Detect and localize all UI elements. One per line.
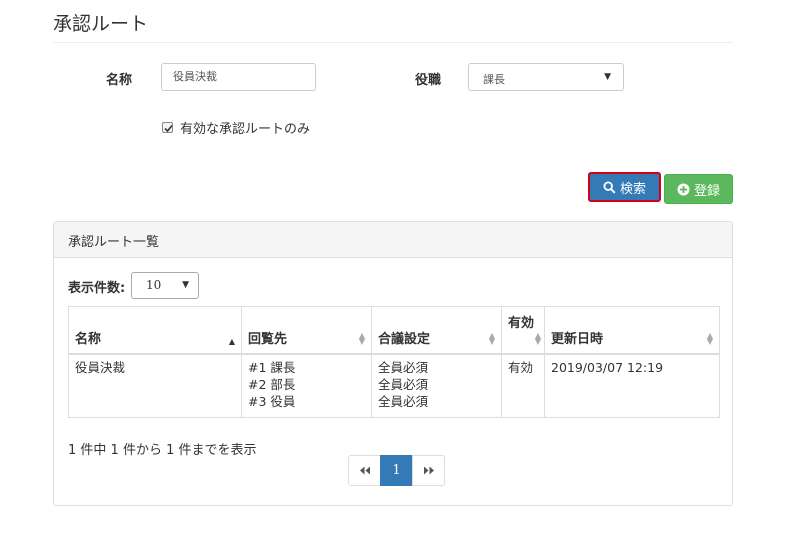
route-table: 名称 ▲ 回覧先 ▲ ▼ 合議設定 ▲ ▼ 有効 ▲ ▼ 更新日時 ▲ ▼ 役員… [68,306,720,418]
column-label: 合議設定 [378,331,431,347]
search-button[interactable]: 検索 [588,172,661,202]
pagination: 1 [348,455,445,486]
column-header-active[interactable]: 有効 ▲ ▼ [501,306,545,355]
column-label: 更新日時 [551,331,604,347]
column-header-updated[interactable]: 更新日時 ▲ ▼ [544,306,720,355]
sort-asc-icon: ▲ [228,336,235,346]
double-chevron-left-icon [359,466,370,475]
recipient-item: #3 役員 [248,393,296,409]
prev-page-button[interactable] [348,455,381,486]
consultation-item: 全員必須 [378,393,429,409]
register-button[interactable]: 登録 [664,174,733,204]
check-icon [164,124,173,133]
sort-icon: ▲ ▼ [358,330,365,346]
title-divider [53,42,733,43]
plus-circle-icon [677,183,690,195]
chevron-down-icon: ▼ [182,280,189,290]
page-length-label: 表示件数: [68,281,126,296]
column-label: 回覧先 [248,331,288,347]
route-list-panel: 承認ルート一覧 表示件数: 10 ▼ 名称 ▲ 回覧先 ▲▼ 合議設定 ▲▼ [53,221,733,506]
cell-recipients: #1 課長 #2 部長 #3 役員 [241,353,372,418]
active-only-label[interactable]: 有効な承認ルートのみ [180,118,310,137]
page-title: 承認ルート [53,13,149,35]
recipient-item: #2 部長 [248,376,296,392]
panel-header: 承認ルート一覧 [54,222,732,258]
column-label: 有効 [508,316,535,331]
page-1-button[interactable]: 1 [380,455,413,486]
sort-icon: ▲ ▼ [488,330,495,346]
column-header-name[interactable]: 名称 ▲ [68,306,242,355]
cell-consultation: 全員必須 全員必須 全員必須 [371,353,502,418]
table-info: 1 件中 1 件から 1 件までを表示 [68,443,257,458]
role-select[interactable]: 課長 ▼ [468,63,624,91]
cell-name: 役員決裁 [68,353,242,418]
name-input[interactable]: 役員決裁 [161,63,316,91]
page-length-select[interactable]: 10 ▼ [131,272,199,299]
register-button-label: 登録 [693,183,720,199]
role-label: 役職 [415,73,442,88]
consultation-item: 全員必須 [378,359,429,375]
page-length-value: 10 [146,278,162,292]
consultation-item: 全員必須 [378,376,429,392]
panel-title: 承認ルート一覧 [68,235,160,250]
search-icon [603,180,616,194]
search-button-label: 検索 [619,181,646,197]
next-page-button[interactable] [412,455,445,486]
cell-updated: 2019/03/07 12:19 [544,353,720,418]
double-chevron-right-icon [423,466,434,475]
role-select-value: 課長 [483,73,505,86]
column-label: 名称 [75,331,102,347]
column-header-consultation[interactable]: 合議設定 ▲ ▼ [371,306,502,355]
table-row[interactable]: 役員決裁 #1 課長 #2 部長 #3 役員 全員必須 全員必須 全員必須 有効… [68,353,720,418]
sort-icon: ▲ ▼ [534,330,541,346]
table-header-row: 名称 ▲ 回覧先 ▲ ▼ 合議設定 ▲ ▼ 有効 ▲ ▼ 更新日時 ▲ ▼ [68,306,720,355]
name-label: 名称 [106,73,133,88]
cell-active: 有効 [501,353,545,418]
recipient-item: #1 課長 [248,359,296,375]
chevron-down-icon: ▼ [604,72,611,82]
sort-icon: ▲ ▼ [706,330,713,346]
column-header-recipients[interactable]: 回覧先 ▲ ▼ [241,306,372,355]
active-only-checkbox[interactable] [162,122,173,133]
